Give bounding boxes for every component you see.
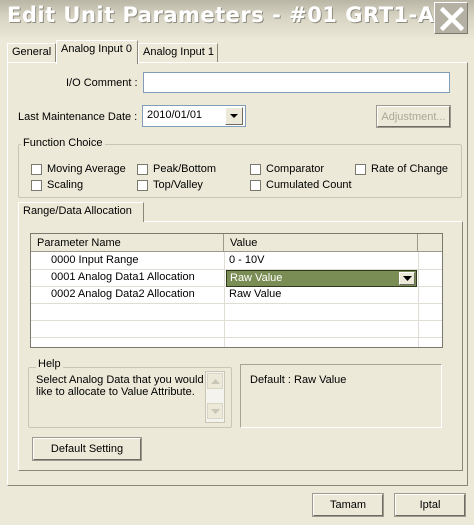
value-dropdown-text: Raw Value: [230, 272, 283, 284]
peak-bottom-checkbox[interactable]: [137, 164, 148, 175]
function-choice-title: Function Choice: [21, 137, 105, 149]
chevron-down-icon: [211, 409, 220, 414]
comparator-checkbox[interactable]: [250, 164, 261, 175]
cumulated-count-label: Cumulated Count: [266, 179, 352, 191]
chevron-down-icon[interactable]: [225, 107, 243, 125]
tab-analog-input-1[interactable]: Analog Input 1: [138, 43, 218, 63]
column-header-value[interactable]: Value: [224, 234, 418, 252]
chevron-up-icon: [211, 379, 220, 384]
maintenance-date-value: 2010/01/01: [147, 109, 203, 121]
help-text-line2: like to allocate to Value Attribute.: [36, 386, 195, 398]
rate-of-change-label: Rate of Change: [371, 163, 449, 175]
peak-bottom-label: Peak/Bottom: [153, 163, 216, 175]
parameter-value-cell: Raw Value: [229, 288, 282, 300]
cancel-button[interactable]: Iptal: [394, 493, 466, 517]
scroll-down-button[interactable]: [207, 403, 223, 419]
parameter-value-cell: 0 - 10V: [229, 254, 265, 266]
scaling-checkbox[interactable]: [31, 180, 42, 191]
close-button[interactable]: [434, 2, 468, 34]
close-icon: [440, 7, 464, 31]
moving-average-label: Moving Average: [47, 163, 126, 175]
column-header-spacer: [418, 234, 442, 252]
table-row: [31, 304, 442, 321]
help-title: Help: [36, 358, 63, 370]
scroll-up-button[interactable]: [207, 373, 223, 389]
parameter-grid: Parameter Name Value 0000 Input Range 0 …: [30, 233, 443, 348]
table-row[interactable]: 0001 Analog Data1 Allocation Raw Value: [31, 270, 442, 287]
help-scrollbar[interactable]: [205, 371, 225, 423]
moving-average-checkbox[interactable]: [31, 164, 42, 175]
table-row[interactable]: 0002 Analog Data2 Allocation Raw Value: [31, 287, 442, 304]
help-text-line1: Select Analog Data that you would: [36, 374, 204, 386]
default-info-box: Default : Raw Value: [240, 364, 442, 428]
value-dropdown[interactable]: Raw Value: [226, 270, 417, 287]
top-valley-checkbox[interactable]: [137, 180, 148, 191]
title-bar: Edit Unit Parameters - #01 GRT1-AD2: [0, 0, 474, 38]
default-setting-button[interactable]: Default Setting: [32, 437, 142, 461]
cumulated-count-checkbox[interactable]: [250, 180, 261, 191]
io-comment-input[interactable]: [143, 72, 450, 93]
scaling-label: Scaling: [47, 179, 84, 191]
table-row: [31, 321, 442, 338]
tab-general[interactable]: General: [7, 43, 56, 63]
adjustment-button[interactable]: Adjustment...: [376, 105, 451, 128]
tab-range-data-allocation[interactable]: Range/Data Allocation: [18, 202, 144, 222]
default-info-text: Default : Raw Value: [250, 374, 347, 386]
parameter-name-cell: 0002 Analog Data2 Allocation: [51, 288, 195, 300]
parameter-name-cell: 0000 Input Range: [51, 254, 139, 266]
tab-analog-input-0[interactable]: Analog Input 0: [56, 40, 138, 64]
top-valley-label: Top/Valley: [153, 179, 203, 191]
column-divider: [224, 252, 225, 347]
parameter-name-cell: 0001 Analog Data1 Allocation: [51, 271, 195, 283]
maintenance-date-picker[interactable]: 2010/01/01: [142, 105, 246, 127]
chevron-down-icon[interactable]: [399, 272, 415, 285]
ok-button[interactable]: Tamam: [312, 493, 384, 517]
table-row[interactable]: 0000 Input Range 0 - 10V: [31, 253, 442, 270]
maintenance-date-label: Last Maintenance Date :: [18, 111, 138, 123]
column-divider: [418, 252, 419, 347]
column-header-parameter-name[interactable]: Parameter Name: [31, 234, 224, 252]
window-title: Edit Unit Parameters - #01 GRT1-AD2: [7, 3, 468, 27]
rate-of-change-checkbox[interactable]: [355, 164, 366, 175]
comparator-label: Comparator: [266, 163, 325, 175]
io-comment-label: I/O Comment :: [66, 77, 138, 89]
